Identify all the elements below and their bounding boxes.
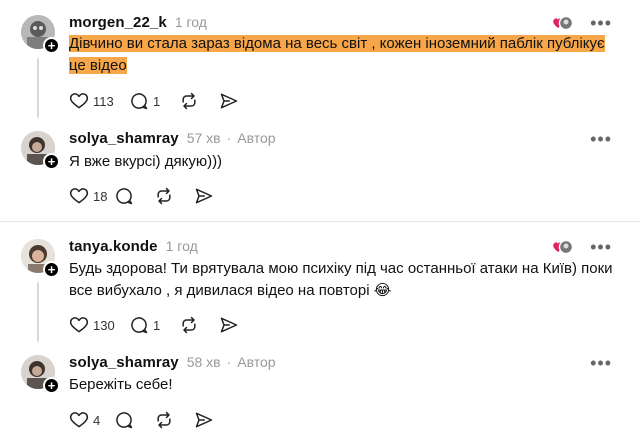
heart-icon — [69, 188, 89, 204]
share-icon — [195, 412, 213, 428]
comment-icon — [116, 412, 133, 429]
emoji: 😂 — [373, 282, 392, 299]
like-count: 4 — [93, 412, 101, 428]
separator-dot: · — [226, 354, 232, 370]
like-button[interactable]: 4 — [69, 410, 114, 430]
repost-button[interactable] — [179, 315, 219, 335]
reply-count: 1 — [153, 317, 161, 333]
share-button[interactable] — [194, 186, 234, 206]
comment-icon — [131, 317, 148, 334]
like-count: 113 — [93, 93, 114, 109]
more-icon[interactable]: ••• — [590, 238, 612, 256]
repost-icon — [157, 187, 171, 205]
like-button[interactable]: 113 — [69, 91, 129, 111]
heart-icon — [69, 317, 89, 333]
more-icon[interactable]: ••• — [590, 14, 612, 32]
timestamp[interactable]: 57 хв — [187, 130, 221, 146]
username[interactable]: tanya.konde — [69, 238, 158, 255]
comment-text: Будь здорова! Ти врятувала мою психіку п… — [69, 258, 613, 302]
comment-header: solya_shamray 57 хв · Автор — [69, 130, 276, 147]
avatar-wrap[interactable]: + — [21, 239, 60, 278]
creator-liked-badge — [552, 15, 574, 31]
action-bar: 113 1 — [69, 91, 259, 111]
heart-icon — [69, 93, 89, 109]
like-button[interactable]: 130 — [69, 315, 129, 335]
share-button[interactable] — [219, 91, 259, 111]
timestamp[interactable]: 1 год — [166, 238, 198, 254]
author-badge: Автор — [237, 130, 276, 146]
share-icon — [220, 93, 238, 109]
repost-button[interactable] — [179, 91, 219, 111]
follow-plus-icon[interactable]: + — [43, 261, 60, 278]
follow-plus-icon[interactable]: + — [43, 153, 60, 170]
thread-line — [37, 282, 39, 342]
avatar-wrap[interactable]: + — [21, 355, 60, 394]
share-icon — [195, 188, 213, 204]
share-button[interactable] — [194, 410, 234, 430]
comment-header: solya_shamray 58 хв · Автор — [69, 354, 276, 371]
divider — [0, 221, 640, 222]
comment-text-line: це відео — [69, 57, 127, 74]
username[interactable]: solya_shamray — [69, 130, 179, 147]
username[interactable]: solya_shamray — [69, 354, 179, 371]
repost-button[interactable] — [154, 186, 194, 206]
more-icon[interactable]: ••• — [590, 130, 612, 148]
more-icon[interactable]: ••• — [590, 354, 612, 372]
comment-text: Бережіть себе! — [69, 376, 173, 393]
reply-button[interactable] — [114, 410, 154, 430]
action-bar: 4 — [69, 410, 234, 430]
separator-dot: · — [226, 130, 232, 146]
comment-text: Дівчино ви стала зараз відома на весь св… — [69, 33, 605, 77]
avatar-wrap[interactable]: + — [21, 15, 60, 54]
comment-icon — [131, 93, 148, 110]
timestamp[interactable]: 1 год — [175, 14, 207, 30]
action-bar: 18 — [69, 186, 234, 206]
repost-icon — [182, 316, 196, 334]
repost-icon — [157, 411, 171, 429]
thread-line — [37, 58, 39, 118]
comment-text-line: Будь здорова! Ти врятувала мою психіку п… — [69, 260, 613, 277]
share-button[interactable] — [219, 315, 259, 335]
share-icon — [220, 317, 238, 333]
reply-count: 1 — [153, 93, 161, 109]
reply-button[interactable]: 1 — [129, 315, 179, 335]
comment-icon — [116, 188, 133, 205]
like-button[interactable]: 18 — [69, 186, 114, 206]
like-count: 130 — [93, 317, 115, 333]
avatar-wrap[interactable]: + — [21, 131, 60, 170]
timestamp[interactable]: 58 хв — [187, 354, 221, 370]
repost-icon — [182, 92, 196, 110]
reply-button[interactable]: 1 — [129, 91, 179, 111]
follow-plus-icon[interactable]: + — [43, 37, 60, 54]
follow-plus-icon[interactable]: + — [43, 377, 60, 394]
comment-header: morgen_22_k 1 год — [69, 14, 207, 31]
reply-button[interactable] — [114, 186, 154, 206]
creator-liked-badge — [552, 239, 574, 255]
comment-text-line: Дівчино ви стала зараз відома на весь св… — [69, 35, 605, 52]
comment-header: tanya.konde 1 год — [69, 238, 198, 255]
author-badge: Автор — [237, 354, 276, 370]
repost-button[interactable] — [154, 410, 194, 430]
heart-icon — [69, 412, 89, 428]
action-bar: 130 1 — [69, 315, 259, 335]
comment-text: Я вже вкурсі) дякую))) — [69, 153, 223, 170]
comment-text-line: все вибухало , я дивилася відео на повто… — [69, 282, 370, 299]
username[interactable]: morgen_22_k — [69, 14, 167, 31]
like-count: 18 — [93, 188, 108, 204]
